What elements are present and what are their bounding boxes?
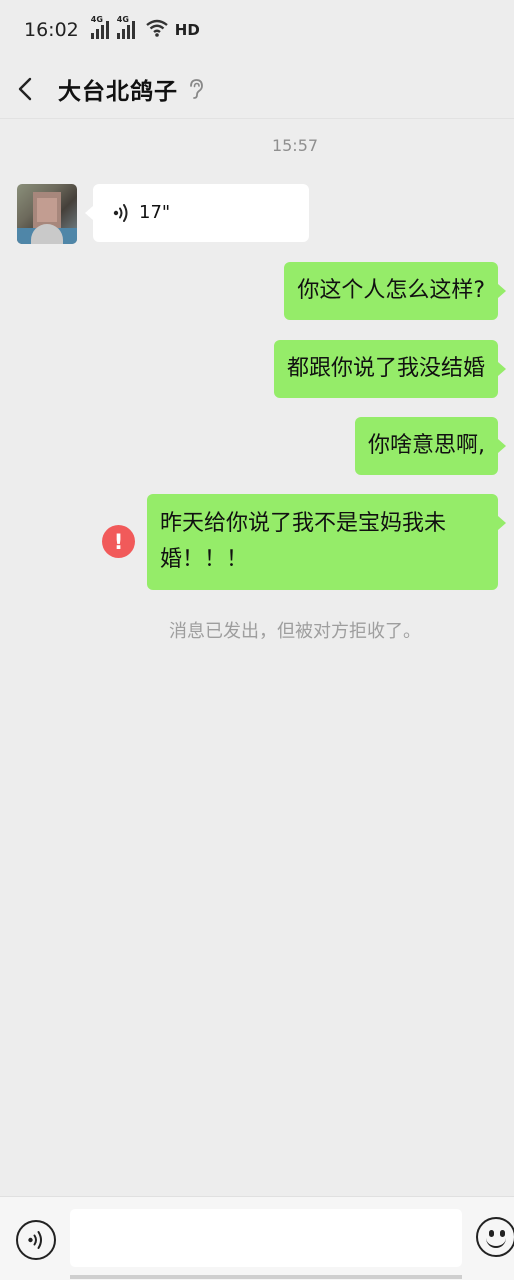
network-type-label: 4G	[90, 15, 103, 24]
keyboard-edge	[70, 1275, 462, 1279]
chat-title: 大台北鸽子	[58, 79, 178, 105]
emoji-icon[interactable]	[476, 1217, 514, 1257]
status-time: 16:02	[24, 19, 79, 41]
network-type-label-2: 4G	[116, 15, 129, 24]
status-bar: 16:02 4G 4G HD	[0, 0, 514, 60]
chat-header: 大台北鸽子	[0, 60, 514, 118]
outgoing-message[interactable]: 你啥意思啊,	[355, 417, 506, 475]
header-divider	[0, 118, 514, 119]
message-input[interactable]	[70, 1209, 462, 1267]
cellular-signal-icon-2: 4G	[116, 15, 135, 39]
voice-message-bubble[interactable]: 17"	[85, 184, 309, 242]
outgoing-message[interactable]: 你这个人怎么这样?	[284, 262, 506, 320]
hd-indicator: HD	[174, 21, 200, 39]
input-bar	[0, 1196, 514, 1280]
wifi-icon	[145, 19, 169, 42]
rejected-system-note: 消息已发出，但被对方拒收了。	[169, 621, 421, 642]
ear-icon	[188, 78, 206, 100]
chevron-left-icon[interactable]	[18, 77, 42, 101]
outgoing-message[interactable]: 都跟你说了我没结婚	[273, 340, 507, 398]
voice-duration: 17"	[139, 202, 171, 223]
voice-icon[interactable]	[16, 1220, 56, 1260]
outgoing-message[interactable]: 昨天给你说了我不是宝妈我未婚！！！	[147, 494, 506, 590]
contact-avatar[interactable]	[17, 184, 77, 244]
cellular-signal-icon: 4G	[90, 15, 109, 39]
message-timestamp: 15:57	[271, 136, 319, 155]
send-failed-icon[interactable]: !	[102, 525, 135, 558]
voice-wave-icon	[113, 202, 133, 224]
